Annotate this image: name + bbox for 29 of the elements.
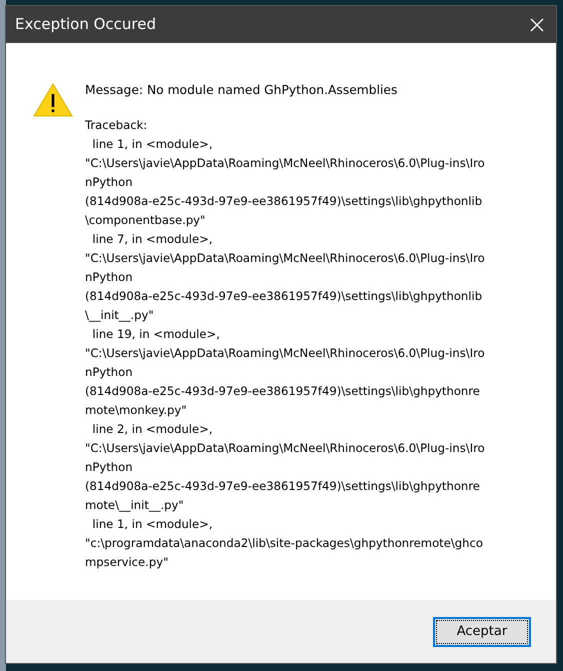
traceback-line: line 2, in <module>,	[91, 421, 214, 438]
traceback-line: "C:\Users\javie\AppData\Roaming\McNeel\Rhinoceros\6.0\Plug-ins\Iro	[85, 440, 485, 457]
traceback-line: \__init__.py"	[85, 307, 155, 324]
traceback-line: line 1, in <module>,	[91, 516, 214, 533]
traceback-line: nPython	[85, 459, 134, 476]
traceback-line: (814d908a-e25c-493d-97e9-ee3861957f49)\settings\lib\ghpythonre	[85, 478, 481, 495]
traceback-line: (814d908a-e25c-493d-97e9-ee3861957f49)\settings\lib\ghpythonlib	[85, 288, 484, 305]
traceback-line: nPython	[85, 174, 134, 191]
accept-button[interactable]: Aceptar	[433, 616, 531, 646]
traceback-line: (814d908a-e25c-493d-97e9-ee3861957f49)\settings\lib\ghpythonre	[85, 383, 481, 400]
traceback-line: nPython	[85, 364, 134, 381]
traceback-line: line 19, in <module>,	[91, 326, 221, 343]
traceback-line: mpservice.py"	[85, 554, 170, 571]
traceback-line: mote\__init__.py"	[85, 497, 185, 514]
close-icon[interactable]	[530, 18, 544, 32]
traceback-line: nPython	[85, 269, 134, 286]
message-text: Message: No module named GhPython.Assemblies	[85, 82, 398, 99]
traceback-line: line 7, in <module>,	[91, 231, 214, 248]
traceback-line: (814d908a-e25c-493d-97e9-ee3861957f49)\settings\lib\ghpythonlib	[85, 193, 484, 210]
traceback-line: "C:\Users\javie\AppData\Roaming\McNeel\Rhinoceros\6.0\Plug-ins\Iro	[85, 155, 485, 172]
traceback-line: \componentbase.py"	[85, 212, 206, 229]
traceback-line: line 1, in <module>,	[91, 136, 214, 153]
traceback-line: mote\monkey.py"	[85, 402, 188, 419]
traceback-line: "c:\programdata\anaconda2\lib\site-packages\ghpythonremote\ghco	[85, 535, 484, 552]
traceback-line: "C:\Users\javie\AppData\Roaming\McNeel\Rhinoceros\6.0\Plug-ins\Iro	[85, 345, 485, 362]
warning-icon	[33, 83, 73, 117]
window-title: Exception Occured	[15, 14, 156, 36]
traceback-line: Traceback:	[85, 117, 148, 134]
traceback-line: "C:\Users\javie\AppData\Roaming\McNeel\Rhinoceros\6.0\Plug-ins\Iro	[85, 250, 485, 267]
